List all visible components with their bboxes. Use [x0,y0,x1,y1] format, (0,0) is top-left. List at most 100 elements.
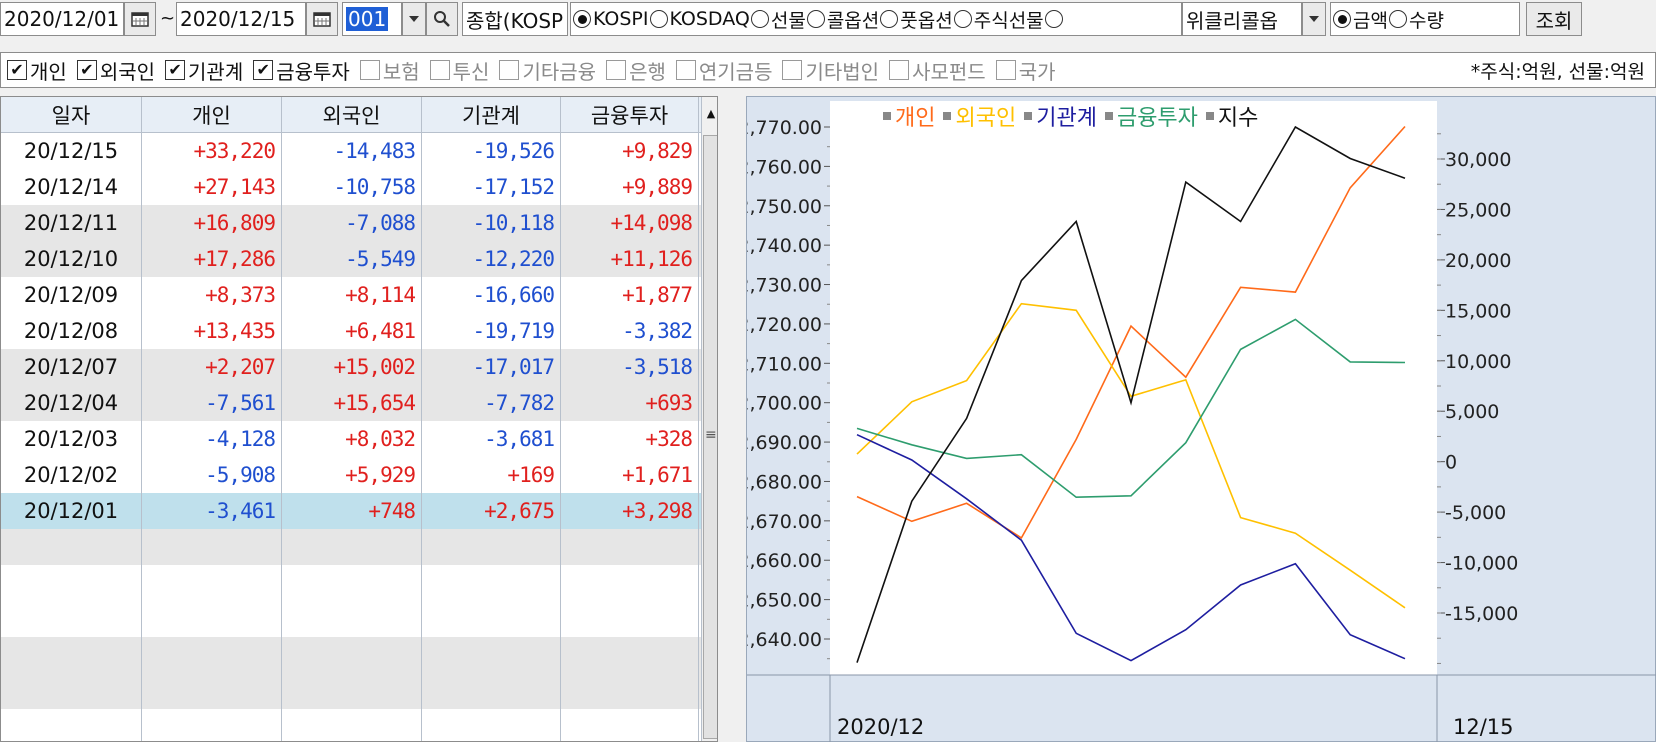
cell-institution: -17,152 [422,169,561,205]
cell-institution [422,709,561,741]
x-axis-end-label: 12/15 [1453,715,1514,739]
table-body: 20/12/15 +33,220 -14,483 -19,526 +9,829 20/12… [1,133,717,741]
right-axis-label: 5,000 [1445,401,1499,423]
column-header-foreign[interactable]: 외국인 [282,97,422,132]
left-axis-label: 2,650.00 [747,590,822,612]
cell-financial-investment: +693 [561,385,699,421]
filter-label: 외국인 [99,59,156,84]
cell-financial-investment: +1,671 [561,457,699,493]
table-row[interactable]: 20/12/02 -5,908 +5,929 +169 +1,671 [1,457,717,493]
table-row[interactable] [1,529,717,565]
left-axis-label: 2,720.00 [747,314,822,336]
filter-financial-investment[interactable]: ✔ 금융투자 [253,56,350,85]
cell-financial-investment: +328 [561,421,699,457]
cell-foreign: -10,758 [282,169,422,205]
table-row[interactable]: 20/12/09 +8,373 +8,114 -16,660 +1,877 [1,277,717,313]
search-icon[interactable] [426,2,458,36]
radio-label: 주식선물 [973,9,1044,32]
cell-foreign [282,565,422,601]
right-axis-label: 10,000 [1445,351,1511,373]
radio-dot [1044,10,1063,28]
radio-futures[interactable]: 선물 [750,6,806,33]
vertical-scrollbar[interactable]: ▲ ≡ [701,97,717,741]
filter-pension[interactable]: 연기금등 [675,56,772,85]
filter-investment-trust[interactable]: 투신 [429,56,489,85]
cell-foreign: +5,929 [282,457,422,493]
radio-kospi[interactable]: KOSPI [573,8,649,30]
checkbox-icon [429,60,450,80]
table-row[interactable] [1,601,717,637]
right-axis-label: 30,000 [1445,149,1511,171]
radio-kosdaq[interactable]: KOSDAQ [649,8,750,30]
cell-date [1,601,142,637]
cell-institution: -19,526 [422,133,561,169]
cell-date: 20/12/01 [1,493,142,529]
cell-individual [142,529,282,565]
checkbox-icon [889,60,910,80]
table-row[interactable]: 20/12/10 +17,286 -5,549 -12,220 +11,126 [1,241,717,277]
radio-weekly[interactable] [1044,10,1065,28]
filter-other-finance[interactable]: 기타금융 [499,56,596,85]
filter-institution[interactable]: ✔ 기관계 [165,56,243,85]
end-calendar-icon[interactable] [306,2,338,36]
start-date-input[interactable]: 2020/12/01 [0,2,124,36]
right-axis-label: 20,000 [1445,250,1511,272]
cell-date [1,637,142,673]
cell-individual [142,565,282,601]
table-row[interactable]: 20/12/14 +27,143 -10,758 -17,152 +9,889 [1,169,717,205]
table-row[interactable]: 20/12/08 +13,435 +6,481 -19,719 -3,382 [1,313,717,349]
cell-financial-investment: +14,098 [561,205,699,241]
radio-label: 금액 [1353,9,1388,32]
radio-put-option[interactable]: 풋옵션 [880,6,953,33]
filter-private-fund[interactable]: 사모펀드 [889,56,986,85]
filter-label: 보험 [382,59,420,84]
radio-call-option[interactable]: 콜옵션 [806,6,879,33]
left-axis-label: 2,660.00 [747,550,822,572]
checkbox-icon [675,60,696,80]
x-axis-start-label: 2020/12 [837,715,925,739]
column-header-individual[interactable]: 개인 [142,97,282,132]
legend-swatch-icon [883,112,891,120]
start-date-value: 2020/12/01 [4,7,120,31]
right-axis-label: 15,000 [1445,300,1511,322]
table-row[interactable]: 20/12/03 -4,128 +8,032 -3,681 +328 [1,421,717,457]
cell-foreign: +8,032 [282,421,422,457]
cell-foreign: +6,481 [282,313,422,349]
radio-quantity[interactable]: 수량 [1388,6,1444,33]
filter-insurance[interactable]: 보험 [359,56,420,85]
filter-nation[interactable]: 국가 [995,56,1056,85]
column-header-financial-investment[interactable]: 금융투자 [561,97,699,132]
table-row[interactable] [1,709,717,741]
table-row[interactable]: 20/12/01 -3,461 +748 +2,675 +3,298 [1,493,717,529]
filter-other-corp[interactable]: 기타법인 [782,56,879,85]
table-row[interactable]: 20/12/07 +2,207 +15,002 -17,017 -3,518 [1,349,717,385]
code-dropdown-icon[interactable] [402,2,426,36]
cell-financial-investment [561,565,699,601]
market-name-value: 종합(KOSP [466,8,564,33]
market-code-input[interactable]: 001 [342,2,402,36]
weekly-dropdown-icon[interactable] [1302,2,1326,36]
checkbox-icon [995,60,1016,80]
table-row[interactable]: 20/12/11 +16,809 -7,088 -10,118 +14,098 [1,205,717,241]
column-header-institution[interactable]: 기관계 [422,97,561,132]
filter-foreign[interactable]: ✔ 외국인 [76,56,156,85]
weekly-option-select[interactable]: 위클리콜옵 [1182,2,1302,36]
table-row[interactable] [1,565,717,601]
start-calendar-icon[interactable] [124,2,156,36]
table-row[interactable]: 20/12/04 -7,561 +15,654 -7,782 +693 [1,385,717,421]
column-header-date[interactable]: 일자 [1,97,142,132]
table-row[interactable] [1,637,717,673]
radio-stock-futures[interactable]: 주식선물 [953,6,1044,33]
filter-label: 개인 [30,59,67,84]
filter-individual[interactable]: ✔ 개인 [7,56,67,85]
search-button[interactable]: 조회 [1526,2,1582,36]
scroll-up-icon[interactable]: ▲ [702,97,717,129]
end-date-input[interactable]: 2020/12/15 [176,2,306,36]
radio-amount[interactable]: 금액 [1333,6,1388,33]
table-row[interactable]: 20/12/15 +33,220 -14,483 -19,526 +9,829 [1,133,717,169]
filter-bank[interactable]: 은행 [606,56,666,85]
legend-item: 금융투자 [1104,100,1198,132]
cell-foreign [282,529,422,565]
table-row[interactable] [1,673,717,709]
left-axis-label: 2,640.00 [747,629,822,651]
